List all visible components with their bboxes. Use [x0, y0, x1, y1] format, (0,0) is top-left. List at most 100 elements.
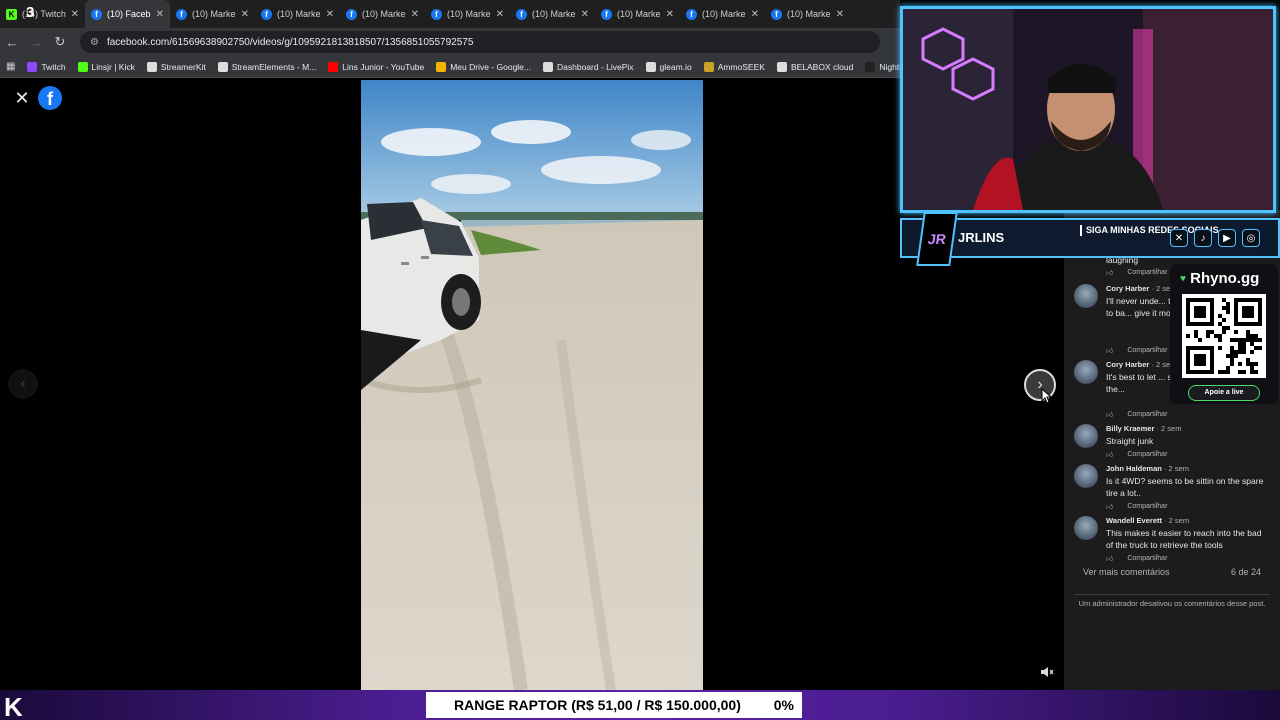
close-tab-icon[interactable]: ✕	[496, 9, 504, 20]
bookmark-item[interactable]: Dashboard - LivePix	[543, 61, 634, 72]
bookmark-item[interactable]: Twitch	[27, 61, 66, 72]
browser-tab[interactable]: f (10) Marke ✕	[595, 0, 680, 28]
comment-actions: 👍︎ Compartilhar	[1106, 410, 1167, 419]
close-tab-icon[interactable]: ✕	[156, 9, 164, 20]
facebook-icon: f	[601, 8, 612, 20]
close-tab-icon[interactable]: ✕	[581, 9, 589, 20]
channel-logo: JR	[916, 212, 958, 266]
browser-toolbar: ← → ↻ ⚙ facebook.com/61569638902750/vide…	[0, 28, 900, 56]
browser-tab[interactable]: f (10) Marke ✕	[340, 0, 425, 28]
comment-author[interactable]: Cory Harber · 2 sem	[1106, 284, 1176, 293]
comment-actions: 👍︎ Compartilhar	[1106, 450, 1167, 459]
like-icon[interactable]: 👍︎	[1106, 554, 1113, 563]
reload-button[interactable]: ↻	[48, 34, 72, 50]
bookmark-favicon-icon	[703, 61, 714, 72]
like-icon[interactable]: 👍︎	[1106, 268, 1113, 277]
bookmark-item[interactable]: Meu Drive - Google...	[436, 61, 531, 72]
bookmark-label: Meu Drive - Google...	[450, 61, 531, 72]
bookmark-item[interactable]: Linsjr | Kick	[77, 61, 135, 72]
forward-button[interactable]: →	[24, 35, 48, 50]
heart-icon: ♥	[1180, 273, 1186, 285]
tab-title: (10) Marke	[532, 9, 576, 19]
apps-grid-icon[interactable]: ▦	[6, 61, 15, 72]
rhyno-overlay: ♥ Rhyno.gg Apoie a live	[1170, 264, 1278, 404]
bookmark-label: StreamElements - M...	[231, 61, 317, 72]
bookmark-item[interactable]: StreamElements - M...	[217, 61, 317, 72]
comment-author[interactable]: Wandell Everett · 2 sem	[1106, 516, 1189, 525]
close-tab-icon[interactable]: ✕	[751, 9, 759, 20]
facebook-icon: f	[771, 8, 782, 20]
mute-icon[interactable]	[1040, 666, 1054, 681]
browser-tab[interactable]: K (14) Twitch ✕	[0, 0, 85, 28]
comment-author[interactable]: Cory Harber · 2 sem	[1106, 360, 1176, 369]
browser-tab[interactable]: f (10) Marke ✕	[765, 0, 850, 28]
more-comments-link[interactable]: Ver mais comentários	[1083, 567, 1170, 577]
share-link[interactable]: Compartilhar	[1127, 269, 1167, 276]
share-link[interactable]: Compartilhar	[1127, 555, 1167, 562]
share-link[interactable]: Compartilhar	[1127, 411, 1167, 418]
close-tab-icon[interactable]: ✕	[71, 9, 79, 20]
browser-tab[interactable]: f (10) Marke ✕	[680, 0, 765, 28]
comment-text: This makes it easier to reach into the b…	[1106, 528, 1262, 550]
close-tab-icon[interactable]: ✕	[241, 9, 249, 20]
bookmark-item[interactable]: BELABOX cloud	[776, 61, 853, 72]
like-icon[interactable]: 👍︎	[1106, 502, 1113, 511]
close-tab-icon[interactable]: ✕	[836, 9, 844, 20]
facebook-icon: f	[516, 8, 527, 20]
address-bar[interactable]: ⚙ facebook.com/61569638902750/videos/g/1…	[80, 31, 880, 53]
avatar[interactable]	[1074, 424, 1098, 448]
bookmark-item[interactable]: gleam.io	[645, 61, 692, 72]
like-icon[interactable]: 👍︎	[1106, 410, 1113, 419]
comment-counter: 6 de 24	[1231, 567, 1262, 577]
share-link[interactable]: Compartilhar	[1127, 451, 1167, 458]
bookmark-item[interactable]: AmmoSEEK	[703, 61, 765, 72]
comment-actions: 👍︎ Compartilhar	[1106, 502, 1167, 511]
browser-tab-bar: K (14) Twitch ✕ f (10) Faceb ✕ f (10) Marke ✕ f (1…	[0, 0, 900, 28]
close-tab-icon[interactable]: ✕	[411, 9, 419, 20]
share-link[interactable]: Compartilhar	[1127, 347, 1167, 354]
share-link[interactable]: Compartilhar	[1127, 503, 1167, 510]
avatar[interactable]	[1074, 360, 1098, 384]
browser-tab[interactable]: f (10) Marke ✕	[510, 0, 595, 28]
back-button[interactable]: ←	[0, 35, 24, 50]
browser-tab[interactable]: f (10) Faceb ✕	[85, 0, 170, 28]
tab-title: (10) Marke	[362, 9, 406, 19]
tab-title: (10) Marke	[447, 9, 491, 19]
url-text[interactable]: facebook.com/61569638902750/videos/g/109…	[107, 37, 473, 48]
comment-actions: 👍︎ Compartilhar	[1106, 346, 1167, 355]
avatar[interactable]	[1074, 464, 1098, 488]
bookmark-item[interactable]: Lins Junior - YouTube	[328, 61, 425, 72]
comment-author[interactable]: Billy Kraemer · 2 sem	[1106, 424, 1181, 433]
site-info-icon[interactable]: ⚙	[90, 37, 99, 48]
previous-button[interactable]: ‹	[8, 369, 38, 399]
bookmark-favicon-icon	[776, 61, 787, 72]
browser-tab[interactable]: f (10) Marke ✕	[255, 0, 340, 28]
browser-tab[interactable]: f (10) Marke ✕	[170, 0, 255, 28]
comment-text: Straight junk	[1106, 436, 1154, 446]
like-icon[interactable]: 👍︎	[1106, 450, 1113, 459]
social-icons: ✕ ♪ ▶ ◎	[1170, 229, 1260, 247]
bookmark-label: Twitch	[41, 61, 66, 72]
like-icon[interactable]: 👍︎	[1106, 346, 1113, 355]
facebook-icon: f	[431, 8, 442, 20]
bookmark-label: Lins Junior - YouTube	[342, 61, 425, 72]
close-icon[interactable]: ✕	[12, 88, 32, 108]
close-tab-icon[interactable]: ✕	[666, 9, 674, 20]
facebook-icon: f	[261, 8, 272, 20]
video-player[interactable]	[361, 80, 703, 690]
close-tab-icon[interactable]: ✕	[326, 9, 334, 20]
webcam-frame	[903, 9, 1273, 210]
comment-author[interactable]: John Haldeman · 2 sem	[1106, 464, 1189, 473]
bookmark-item[interactable]: StreamerKit	[146, 61, 206, 72]
facebook-logo[interactable]: f	[38, 86, 62, 110]
avatar[interactable]	[1074, 284, 1098, 308]
kick-icon: K	[6, 8, 17, 20]
browser-tab[interactable]: f (10) Marke ✕	[425, 0, 510, 28]
facebook-icon: f	[346, 8, 357, 20]
tab-title: (10) Marke	[192, 9, 236, 19]
avatar[interactable]	[1074, 516, 1098, 540]
facebook-icon: f	[176, 8, 187, 20]
facebook-icon: f	[686, 8, 697, 20]
comment-text: Is it 4WD? seems to be sittin on the spa…	[1106, 476, 1264, 498]
video-frame	[361, 80, 703, 690]
